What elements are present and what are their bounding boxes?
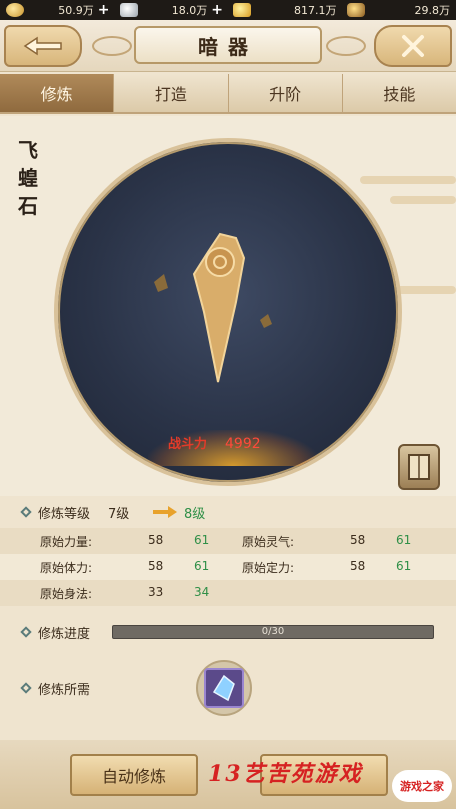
currency-bar: 50.9万 + 18.0万 + 817.1万 29.8万: [0, 0, 456, 20]
currency-gold: 817.1万: [233, 2, 337, 18]
stat-next-value: 34: [194, 584, 210, 599]
back-button[interactable]: [4, 25, 82, 67]
stat-cell: 原始灵气: 58 61: [228, 533, 456, 550]
stat-next-value: 61: [194, 532, 210, 547]
diamond-bullet-icon: [20, 626, 32, 638]
weapon-name: 飞蝗石: [18, 138, 38, 218]
requirement-row: 修炼所需: [0, 660, 456, 716]
tab-bar: 修炼 打造 升阶 技能: [0, 74, 456, 114]
add-copper-button[interactable]: +: [98, 3, 110, 17]
currency-value: 18.0万: [171, 4, 208, 17]
tab-label: 打造: [154, 85, 187, 104]
stat-row: 原始身法: 33 34: [0, 580, 456, 606]
stat-name: 原始灵气:: [242, 534, 295, 549]
weapon-display: 飞蝗石 战斗力 4992: [0, 116, 456, 496]
tab-cultivate[interactable]: 修炼: [0, 74, 115, 112]
tab-label: 升阶: [269, 85, 302, 104]
currency-value: 50.9万: [58, 4, 94, 17]
auto-cultivate-button[interactable]: 自动修炼: [70, 754, 198, 796]
stat-value: 58: [350, 532, 366, 547]
stat-name: 原始力量:: [40, 534, 93, 549]
book-icon: [408, 454, 430, 480]
combat-power-label: 战斗力: [168, 437, 208, 452]
currency-value: 817.1万: [294, 4, 337, 17]
progress-text: 0/30: [261, 626, 285, 637]
level-label: 修炼等级: [38, 506, 91, 522]
combat-power: 战斗力 4992: [168, 433, 261, 452]
stat-name: 原始体力:: [40, 560, 93, 575]
currency-copper: 50.9万 +: [6, 2, 110, 18]
level-row: 修炼等级 7级 8级: [0, 496, 456, 528]
progress-label: 修炼进度: [38, 626, 91, 642]
tab-forge[interactable]: 打造: [114, 74, 229, 112]
skill-book-button[interactable]: [398, 444, 440, 490]
stat-cell: 原始体力: 58 61: [0, 559, 228, 576]
site-logo: 游戏之家: [392, 770, 452, 802]
requirement-label: 修炼所需: [38, 682, 91, 698]
currency-silver: 18.0万 +: [119, 2, 223, 18]
weapon-orb: 战斗力 4992: [54, 138, 402, 486]
cloud-ornament: [92, 36, 132, 56]
stat-value: 58: [148, 532, 164, 547]
cloud-ornament: [326, 36, 366, 56]
stat-cell: 原始定力: 58 61: [228, 559, 456, 576]
stat-next-value: 61: [396, 532, 412, 547]
copper-coin-icon: [6, 3, 24, 17]
stat-cell: 原始身法: 33 34: [0, 585, 228, 602]
required-item-slot[interactable]: [196, 660, 252, 716]
stat-cell: 原始力量: 58 61: [0, 533, 228, 550]
stat-name: 原始身法:: [40, 586, 93, 601]
currency-value: 29.8万: [414, 4, 451, 17]
stats-rows: 原始力量: 58 61 原始灵气: 58 61 原始体力: 58 61 原始定力…: [0, 528, 456, 606]
stat-name: 原始定力:: [242, 560, 295, 575]
stat-row: 原始体力: 58 61 原始定力: 58 61: [0, 554, 456, 580]
treasure-pot-icon: [346, 3, 365, 17]
stat-next-value: 61: [396, 558, 412, 573]
diamond-bullet-icon: [20, 682, 32, 694]
page-title-plate: 暗器: [134, 26, 322, 64]
level-current: 7级: [108, 506, 130, 522]
level-next: 8级: [184, 506, 206, 522]
add-silver-button[interactable]: +: [211, 3, 223, 17]
combat-power-value: 4992: [225, 436, 261, 452]
tab-skills[interactable]: 技能: [342, 74, 456, 112]
stat-value: 58: [148, 558, 164, 573]
gold-ingot-icon: [233, 3, 251, 17]
progress-row: 修炼进度 0/30: [0, 616, 456, 648]
stat-value: 58: [350, 558, 366, 573]
auto-cultivate-label: 自动修炼: [101, 767, 166, 786]
stat-row: 原始力量: 58 61 原始灵气: 58 61: [0, 528, 456, 554]
cloud-decoration: [390, 196, 456, 204]
tab-upgrade[interactable]: 升阶: [228, 74, 343, 112]
page-title: 暗器: [198, 34, 258, 59]
close-icon: [402, 35, 424, 57]
tab-label: 技能: [383, 85, 416, 104]
action-bar: 自动修炼 13艺苦苑游戏 游戏之家: [0, 740, 456, 809]
stat-next-value: 61: [194, 558, 210, 573]
close-button[interactable]: [374, 25, 452, 67]
crystal-item-icon: [204, 668, 244, 708]
diamond-bullet-icon: [20, 506, 32, 518]
tab-label: 修炼: [40, 85, 73, 104]
progress-bar: 0/30: [112, 625, 434, 639]
arrow-right-icon: [153, 506, 177, 518]
title-bar: 暗器: [0, 20, 456, 72]
watermark: 13艺苦苑游戏: [208, 761, 363, 787]
crystal-icon: [212, 674, 235, 702]
back-arrow-icon: [23, 36, 62, 56]
currency-pot: 29.8万: [346, 2, 451, 18]
stat-value: 33: [148, 584, 164, 599]
silver-ingot-icon: [119, 3, 138, 17]
stats-panel: 修炼等级 7级 8级 原始力量: 58 61 原始灵气: 58 61 原始体力:…: [0, 496, 456, 606]
